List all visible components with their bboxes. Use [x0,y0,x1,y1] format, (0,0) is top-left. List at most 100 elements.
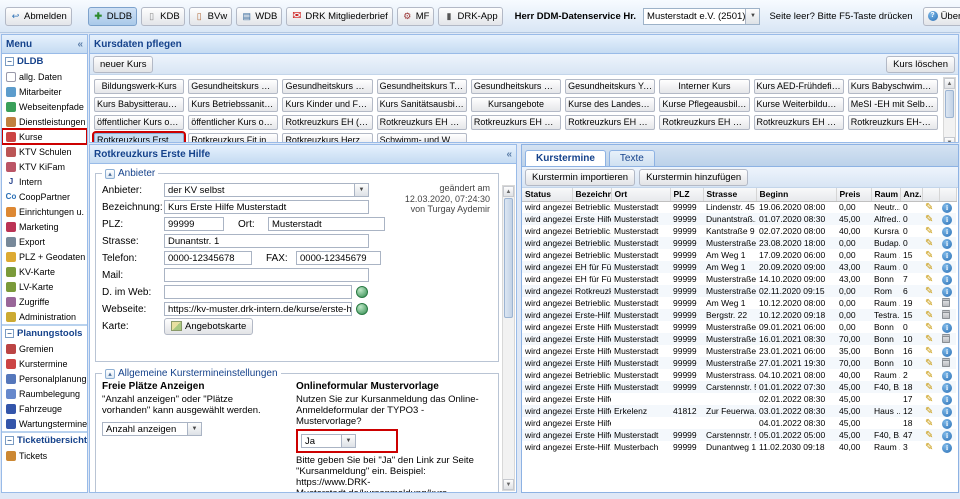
course-button-kursangebote[interactable]: Kursangebote [471,97,561,112]
globe-icon[interactable] [356,303,368,315]
course-button-gesundheitskurs-gym[interactable]: Gesundheitskurs Gym... [282,79,372,94]
sidebar-item-gremien[interactable]: Gremien [2,341,87,356]
collapse-fieldset-icon[interactable]: ▴ [105,369,115,379]
edit-icon[interactable]: ✎ [925,214,933,225]
delete-icon[interactable] [942,334,950,343]
course-button-kurs-betriebssanitäter[interactable]: Kurs Betriebssanitäter [188,97,278,112]
info-icon[interactable]: i [942,215,952,225]
table-row[interactable]: wird angezeigtBetrieblic...Musterstadt99… [522,225,956,237]
info-icon[interactable]: i [942,287,952,297]
delete-icon[interactable] [942,298,950,307]
table-row[interactable]: wird angezeigtBetrieblic...Musterstadt99… [522,201,956,213]
table-row[interactable]: wird angezeigtRotkreuzk...Musterstadt999… [522,285,956,297]
about-dldb-button[interactable]: ? Über DLDB ▾ [923,7,960,26]
course-button-kurse-weiterbildung-b[interactable]: Kurse Weiterbildung, b... [754,97,844,112]
course-button-öffentlicher-kurs-ohne[interactable]: öffentlicher Kurs ohne ... [94,115,184,130]
plz-input[interactable]: 99999 [164,217,224,231]
course-button-gesundheitskurs-gedä[interactable]: Gesundheitskurs Gedä... [188,79,278,94]
column-header-ort[interactable]: Ort [611,188,670,201]
topbar-button-mf[interactable]: ⚙MF [397,7,435,26]
table-row[interactable]: wird angezeigtEH für Fü...Musterstadt999… [522,273,956,285]
info-icon[interactable]: i [942,431,952,441]
scroll-down-icon[interactable]: ▼ [944,137,955,143]
course-button-rotkreuzkurs-eh-senio[interactable]: Rotkreuzkurs EH Senio... [659,115,749,130]
sidebar-item-ktv-kifam[interactable]: KTV KiFam [2,159,87,174]
collapse-section-icon[interactable]: − [5,329,14,338]
sidebar-item-export[interactable]: Export [2,234,87,249]
info-icon[interactable]: i [942,275,952,285]
course-button-gesundheitskurs-wass[interactable]: Gesundheitskurs Wass... [471,79,561,94]
sidebar-item-kurse[interactable]: Kurse [2,129,87,144]
edit-icon[interactable]: ✎ [925,226,933,237]
topbar-button-dldb[interactable]: ✚DLDB [88,7,137,26]
edit-icon[interactable]: ✎ [925,358,933,369]
sidebar-item-kurstermine[interactable]: Kurstermine [2,356,87,371]
delete-icon[interactable] [942,310,950,319]
delete-course-button[interactable]: Kurs löschen [886,56,955,73]
collapse-left-icon[interactable]: « [506,149,512,160]
course-button-rotkreuzkurs-erste-hilfe[interactable]: Rotkreuzkurs Erste Hilfe [94,133,184,143]
column-header-anz[interactable]: Anz. [900,188,922,201]
sidebar-item-intern[interactable]: JIntern [2,174,87,189]
table-row[interactable]: wird angezeigtErste-Hilf...Musterbach999… [522,441,956,453]
course-button-gesundheitskurs-tanzen[interactable]: Gesundheitskurs Tanzen [377,79,467,94]
topbar-button-drk-mitgliederbrief[interactable]: ✉DRK Mitgliederbrief [286,7,392,26]
info-icon[interactable]: i [942,383,952,393]
edit-icon[interactable]: ✎ [925,394,933,405]
sidebar-item-raumbelegung[interactable]: Raumbelegung [2,386,87,401]
collapse-fieldset-icon[interactable]: ▴ [105,169,115,179]
info-icon[interactable]: i [942,407,952,417]
anzahl-anzeigen-select[interactable]: Anzahl anzeigen▼ [102,422,202,436]
mail-input[interactable] [164,268,369,282]
globe-icon[interactable] [356,286,368,298]
course-button-rotkreuzkurs-fit-in-eh[interactable]: Rotkreuzkurs Fit in EH [188,133,278,143]
sidebar-item-allg-daten[interactable]: allg. Daten [2,69,87,84]
collapse-left-icon[interactable]: « [77,39,83,50]
table-row[interactable]: wird angezeigtErste Hilfe...04.01.2022 0… [522,417,956,429]
course-button-mesi-eh-mit-selbsthil[interactable]: MeSI -EH mit Selbsthil... [848,97,938,112]
tab-texte[interactable]: Texte [609,150,655,166]
sidebar-item-cooppartner[interactable]: CoCoopPartner [2,189,87,204]
table-row[interactable]: wird angezeigtBetrieblic...Musterstadt99… [522,249,956,261]
table-row[interactable]: wird angezeigtBetrieblic...Musterstadt99… [522,237,956,249]
course-button-rotkreuzkurs-eh-am-ki[interactable]: Rotkreuzkurs EH am Ki... [377,115,467,130]
course-button-interner-kurs[interactable]: Interner Kurs [659,79,749,94]
sidebar-item-ktv-schulen[interactable]: KTV Schulen [2,144,87,159]
edit-icon[interactable]: ✎ [925,334,933,345]
course-button-kurs-aed-frühdefibrill[interactable]: Kurs AED-Frühdefibrill... [754,79,844,94]
sidebar-item-kv-karte[interactable]: KV-Karte [2,264,87,279]
info-icon[interactable]: i [942,203,952,213]
anbieter-select[interactable]: der KV selbst▼ [164,183,369,197]
scroll-up-icon[interactable]: ▲ [944,78,955,89]
sidebar-item-fahrzeuge[interactable]: Fahrzeuge [2,401,87,416]
org-select[interactable]: Musterstadt e.V. (2501) ▼ [643,8,760,25]
course-button-kurs-babyschwimmen[interactable]: Kurs Babyschwimmen [848,79,938,94]
chevron-down-icon[interactable]: ▼ [745,9,759,24]
webseite-input[interactable]: https://kv-muster.drk-intern.de/kurse/er… [164,302,352,316]
course-button-öffentlicher-kurs-ohne[interactable]: öffentlicher Kurs ohne ... [188,115,278,130]
topbar-button-bvw[interactable]: ▯BVw [189,7,233,26]
new-course-button[interactable]: neuer Kurs [93,56,153,73]
scroll-down-icon[interactable]: ▼ [503,479,514,490]
edit-icon[interactable]: ✎ [925,202,933,213]
table-row[interactable]: wird angezeigtErste-Hilf...Musterstadt99… [522,309,956,321]
sidebar-item-webseitenpfade[interactable]: Webseitenpfade [2,99,87,114]
table-row[interactable]: wird angezeigtErste Hilfe...Musterstadt9… [522,333,956,345]
bezeichnung-input[interactable]: Kurs Erste Hilfe Musterstadt [164,200,369,214]
info-icon[interactable]: i [942,227,952,237]
topbar-button-kdb[interactable]: ▯KDB [141,7,185,26]
table-row[interactable]: wird angezeigtEH für Fü...Musterstadt999… [522,261,956,273]
table-row[interactable]: wird angezeigtErste Hilfe...Erkelenz4181… [522,405,956,417]
info-icon[interactable]: i [942,395,952,405]
sidebar-item-personalplanung[interactable]: Personalplanung [2,371,87,386]
fax-input[interactable]: 0000-12345679 [296,251,381,265]
course-button-kurs-babysitterausbild[interactable]: Kurs Babysitterausbild... [94,97,184,112]
sidebar-item-wartungstermine[interactable]: Wartungstermine [2,416,87,431]
column-header-preis[interactable]: Preis [836,188,871,201]
edit-icon[interactable]: ✎ [925,250,933,261]
detail-scrollbar[interactable]: ▲ ▼ [502,185,515,491]
scrollbar-thumb[interactable] [945,90,954,118]
edit-icon[interactable]: ✎ [925,274,933,285]
course-button-rotkreuzkurs-eh-bildu[interactable]: Rotkreuzkurs EH Bildu... [471,115,561,130]
onlineformular-select[interactable]: Ja▼ [301,434,356,448]
